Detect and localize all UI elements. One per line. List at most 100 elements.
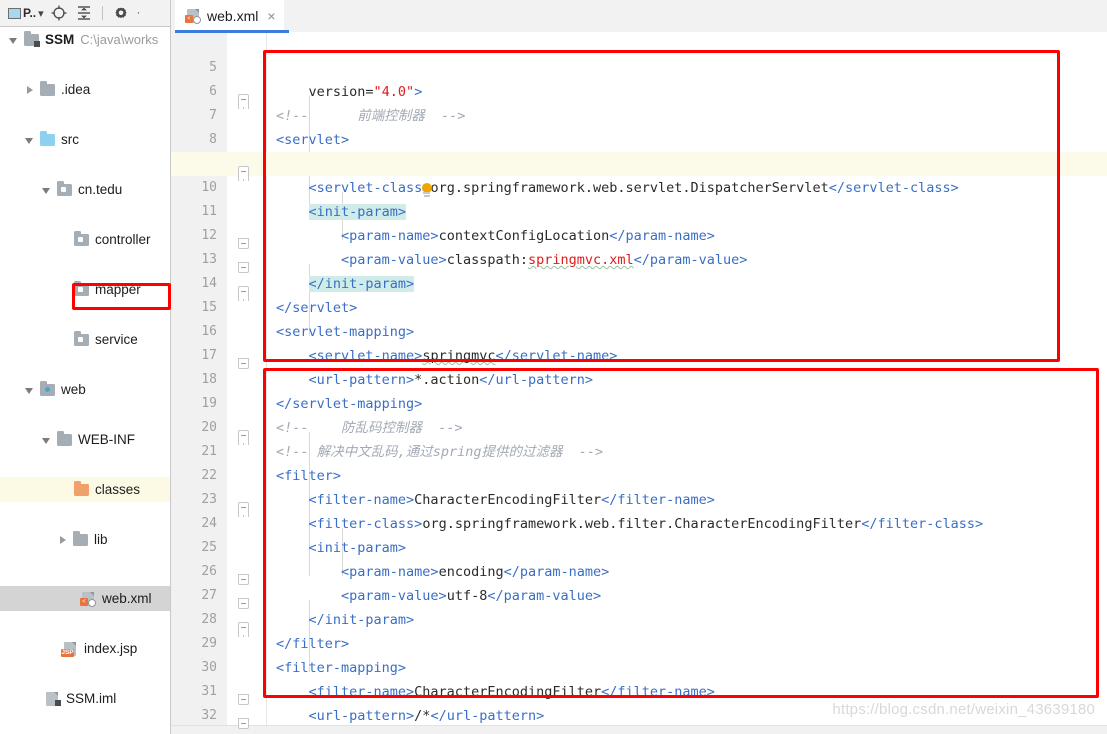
project-tree[interactable]: SSM C:\java\works .idea src cn.tedu cont… [0, 27, 170, 734]
code-line-6[interactable]: 6 <!-- 前端控制器 --> [171, 56, 1107, 124]
code-line-25[interactable]: 25 <param-name>encoding</param-name> [171, 512, 1107, 580]
code-line-8[interactable]: 8 <servlet-name>springmvc</servlet-name> [171, 104, 1107, 172]
tree-item-lib[interactable]: lib [0, 527, 170, 552]
module-icon [23, 31, 40, 47]
fold-marker[interactable] [237, 166, 250, 181]
collapse-all-icon[interactable] [75, 4, 93, 22]
fold-marker[interactable] [237, 262, 250, 277]
tree-item-web[interactable]: web [0, 377, 170, 402]
code-line-10[interactable]: 10 <init-param> [171, 152, 1107, 220]
folder-icon [72, 531, 89, 547]
tab-web-xml[interactable]: < web.xml × [175, 0, 284, 32]
project-view-selector[interactable]: P.. ▾ [8, 6, 44, 20]
tree-item-controller[interactable]: controller [0, 227, 170, 252]
web-resource-folder-icon [39, 381, 56, 397]
tree-item-src[interactable]: src [0, 127, 170, 152]
expand-arrow-icon[interactable] [24, 84, 36, 96]
code-line-13[interactable]: 13 </init-param> [171, 224, 1107, 292]
xml-file-icon: < [80, 591, 97, 607]
tree-label: service [95, 331, 138, 347]
toolbar-separator [101, 6, 103, 20]
code-line-29[interactable]: 29 <filter-mapping> [171, 608, 1107, 676]
tree-label: web [61, 381, 86, 397]
tree-label: web.xml [102, 590, 152, 606]
code-editor[interactable]: 5 version="4.0"> 6 <!-- 前端控制器 --> 7 <ser… [171, 32, 1107, 734]
tree-item-idea[interactable]: .idea [0, 77, 170, 102]
xml-file-icon: < [185, 8, 201, 24]
fold-marker[interactable] [237, 598, 250, 613]
folder-icon [39, 81, 56, 97]
tab-active-underline [175, 30, 289, 33]
project-panel: P.. ▾ · SSM C:\java\works .idea src cn.t… [0, 0, 171, 734]
tree-item-ssm-iml[interactable]: SSM.iml [0, 686, 170, 711]
package-icon [73, 281, 90, 297]
tree-label: index.jsp [84, 640, 138, 656]
code-line-20[interactable]: 20 <!-- 解决中文乱码,通过spring提供的过滤器 --> [171, 392, 1107, 460]
code-line-5[interactable]: 5 version="4.0"> [171, 32, 1107, 100]
code-line-27[interactable]: 27 </init-param> [171, 560, 1107, 628]
source-folder-icon [39, 131, 56, 147]
tree-item-index-jsp[interactable]: JSP index.jsp [0, 636, 170, 661]
tree-item-web-inf[interactable]: WEB-INF [0, 427, 170, 452]
iml-file-icon [44, 691, 61, 706]
expand-arrow-icon[interactable] [24, 134, 36, 146]
code-line-24[interactable]: 24 <init-param> [171, 488, 1107, 556]
locate-icon[interactable] [50, 4, 68, 22]
code-line-18[interactable]: 18 </servlet-mapping> [171, 344, 1107, 412]
code-line-16[interactable]: 16 <servlet-name>springmvc</servlet-name… [171, 296, 1107, 364]
code-line-11[interactable]: 11 <param-name>contextConfigLocation</pa… [171, 176, 1107, 244]
code-line-14[interactable]: 14 </servlet> [171, 248, 1107, 316]
editor-tabbar: < web.xml × [171, 0, 1107, 33]
editor-area: < web.xml × 5 version="4.0"> 6 <!-- 前端控制… [171, 0, 1107, 734]
code-line-30[interactable]: 30 <filter-name>CharacterEncodingFilter<… [171, 632, 1107, 700]
fold-marker[interactable] [237, 574, 250, 589]
tree-label: .idea [61, 81, 91, 97]
tree-item-web-xml[interactable]: < web.xml [0, 586, 170, 611]
code-line-17[interactable]: 17 <url-pattern>*.action</url-pattern> [171, 320, 1107, 388]
fold-marker[interactable] [237, 694, 250, 709]
code-line-7[interactable]: 7 <servlet> [171, 80, 1107, 148]
tree-item-service[interactable]: service [0, 327, 170, 352]
fold-marker[interactable] [237, 238, 250, 253]
expand-arrow-icon[interactable] [24, 384, 36, 396]
code-line-28[interactable]: 28 </filter> [171, 584, 1107, 652]
project-path: C:\java\works [80, 32, 159, 47]
expand-arrow-icon[interactable] [57, 534, 69, 546]
fold-marker[interactable] [237, 430, 250, 445]
intention-lightbulb-icon[interactable] [420, 183, 433, 199]
tree-item-ssm[interactable]: SSM C:\java\works [0, 27, 170, 52]
code-line-19[interactable]: 19 <!-- 防乱码控制器 --> [171, 368, 1107, 436]
close-icon[interactable]: × [265, 9, 275, 23]
code-line-26[interactable]: 26 <param-value>utf-8</param-value> [171, 536, 1107, 604]
tree-item-cn-tedu[interactable]: cn.tedu [0, 177, 170, 202]
code-line-9[interactable]: 9 <servlet-class>org.springframework.web… [171, 128, 1107, 196]
code-line-31[interactable]: 31 <url-pattern>/*</url-pattern> [171, 656, 1107, 724]
code-line-15[interactable]: 15 <servlet-mapping> [171, 272, 1107, 340]
code-line-23[interactable]: 23 <filter-class>org.springframework.web… [171, 464, 1107, 532]
fold-marker[interactable] [237, 622, 250, 637]
code-line-12[interactable]: 12 <param-value>classpath:springmvc.xml<… [171, 200, 1107, 268]
tree-item-classes[interactable]: classes [0, 477, 170, 502]
fold-marker[interactable] [237, 358, 250, 373]
package-icon [73, 231, 90, 247]
project-toolbar: P.. ▾ · [0, 0, 170, 27]
expand-arrow-icon[interactable] [8, 34, 20, 46]
tree-item-mapper[interactable]: mapper [0, 277, 170, 302]
expand-arrow-icon[interactable] [41, 184, 53, 196]
fold-marker[interactable] [237, 502, 250, 517]
fold-marker[interactable] [237, 94, 250, 109]
code-line-21[interactable]: 21 <filter> [171, 416, 1107, 484]
tab-label: web.xml [207, 8, 259, 24]
fold-marker[interactable] [237, 286, 250, 301]
tree-label: SSM [45, 31, 75, 47]
watermark-text: https://blog.csdn.net/weixin_43639180 [832, 701, 1095, 718]
toolbar-overflow-icon[interactable]: · [137, 7, 141, 19]
fold-marker[interactable] [237, 718, 250, 733]
tree-label: WEB-INF [78, 431, 135, 447]
code-line-22[interactable]: 22 <filter-name>CharacterEncodingFilter<… [171, 440, 1107, 508]
project-view-label: P.. [23, 6, 37, 20]
settings-gear-icon[interactable] [112, 4, 130, 22]
package-icon [73, 331, 90, 347]
expand-arrow-icon[interactable] [41, 434, 53, 446]
chevron-down-icon: ▾ [38, 7, 43, 20]
